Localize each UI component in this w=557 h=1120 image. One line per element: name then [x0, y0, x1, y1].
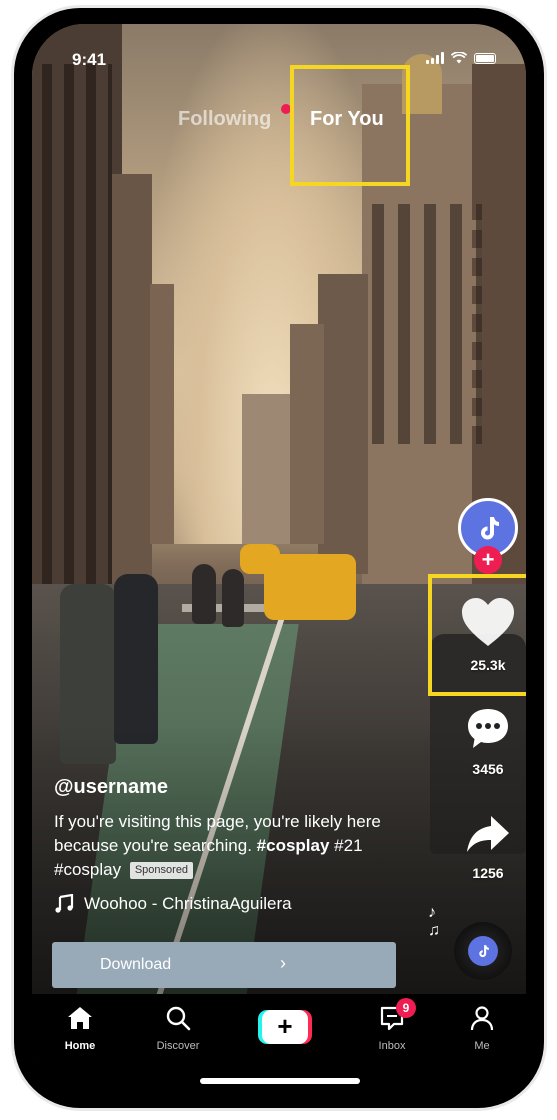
building-right-low	[290, 324, 324, 544]
music-disc-button[interactable]	[454, 922, 512, 980]
profile-icon	[470, 1006, 494, 1031]
hashtag-link[interactable]: #21	[334, 836, 362, 855]
nav-home-label: Home	[64, 1040, 96, 1052]
building-windows	[372, 204, 482, 444]
music-note-icon	[55, 894, 74, 913]
comment-count: 3456	[472, 761, 504, 777]
music-disc-logo	[468, 936, 498, 966]
nav-me-label: Me	[474, 1040, 490, 1052]
search-icon	[166, 1006, 191, 1031]
music-track[interactable]: Woohoo - ChristinaAguilera	[54, 894, 292, 914]
home-indicator[interactable]	[200, 1078, 360, 1084]
building-left-3	[150, 284, 174, 544]
tab-following[interactable]: Following	[178, 108, 271, 131]
status-time: 9:41	[72, 50, 107, 69]
feed-tabs: Following For You	[32, 104, 526, 146]
floating-music-notes-icon: ♪ ♫	[428, 904, 440, 939]
hashtag-link[interactable]: #cosplay	[54, 860, 121, 879]
share-icon	[467, 816, 509, 852]
hashtag-link[interactable]: #cosplay	[257, 836, 330, 855]
nav-home[interactable]: Home	[40, 1004, 120, 1052]
tiktok-logo-icon	[481, 517, 499, 540]
download-label: Download	[100, 956, 172, 973]
sponsored-badge: Sponsored	[129, 862, 194, 879]
create-button[interactable]: +	[258, 1010, 312, 1044]
share-button[interactable]: 1256	[450, 814, 526, 881]
nav-inbox-label: Inbox	[378, 1040, 406, 1052]
inbox-icon-wrap: 9	[352, 998, 432, 1037]
comment-icon	[468, 709, 508, 748]
follow-button[interactable]: +	[474, 546, 502, 574]
music-title: Woohoo - ChristinaAguilera	[84, 894, 292, 913]
like-button[interactable]: 25.3k	[450, 596, 526, 673]
chevron-right-icon: ›	[280, 953, 286, 973]
nav-discover[interactable]: Discover	[138, 1004, 218, 1052]
nav-discover-label: Discover	[156, 1040, 200, 1052]
like-count: 25.3k	[470, 657, 506, 673]
heart-icon	[462, 598, 514, 646]
building-right-mid	[318, 274, 368, 574]
share-count: 1256	[472, 865, 504, 881]
battery-icon	[474, 53, 496, 64]
screen: 9:41 Following For You + 25.3k 3456 1256…	[32, 24, 526, 1092]
caption-text: If you're visiting this page, you're lik…	[54, 812, 381, 855]
tiktok-logo-icon	[479, 945, 489, 958]
building-left-2	[112, 174, 152, 594]
status-icons	[426, 52, 496, 64]
home-icon	[68, 1007, 92, 1029]
post-caption: If you're visiting this page, you're lik…	[54, 810, 434, 882]
pedestrian-2	[114, 574, 158, 744]
phone-frame: 9:41 Following For You + 25.3k 3456 1256…	[14, 8, 544, 1108]
signal-icon	[426, 52, 444, 64]
wifi-icon	[451, 52, 467, 64]
post-username[interactable]: @username	[54, 776, 168, 799]
taxi-car-2	[240, 544, 280, 574]
nav-inbox[interactable]: 9 Inbox	[352, 998, 432, 1052]
nav-me[interactable]: Me	[442, 1004, 522, 1052]
building-far	[242, 394, 290, 544]
comment-button[interactable]: 3456	[450, 706, 526, 777]
highlight-box-for-you	[290, 65, 410, 186]
download-button[interactable]: Download ›	[52, 942, 396, 988]
pedestrian-3	[192, 564, 216, 624]
inbox-badge: 9	[396, 998, 416, 1018]
pedestrian-4	[222, 569, 244, 627]
create-icon: +	[262, 1010, 308, 1044]
